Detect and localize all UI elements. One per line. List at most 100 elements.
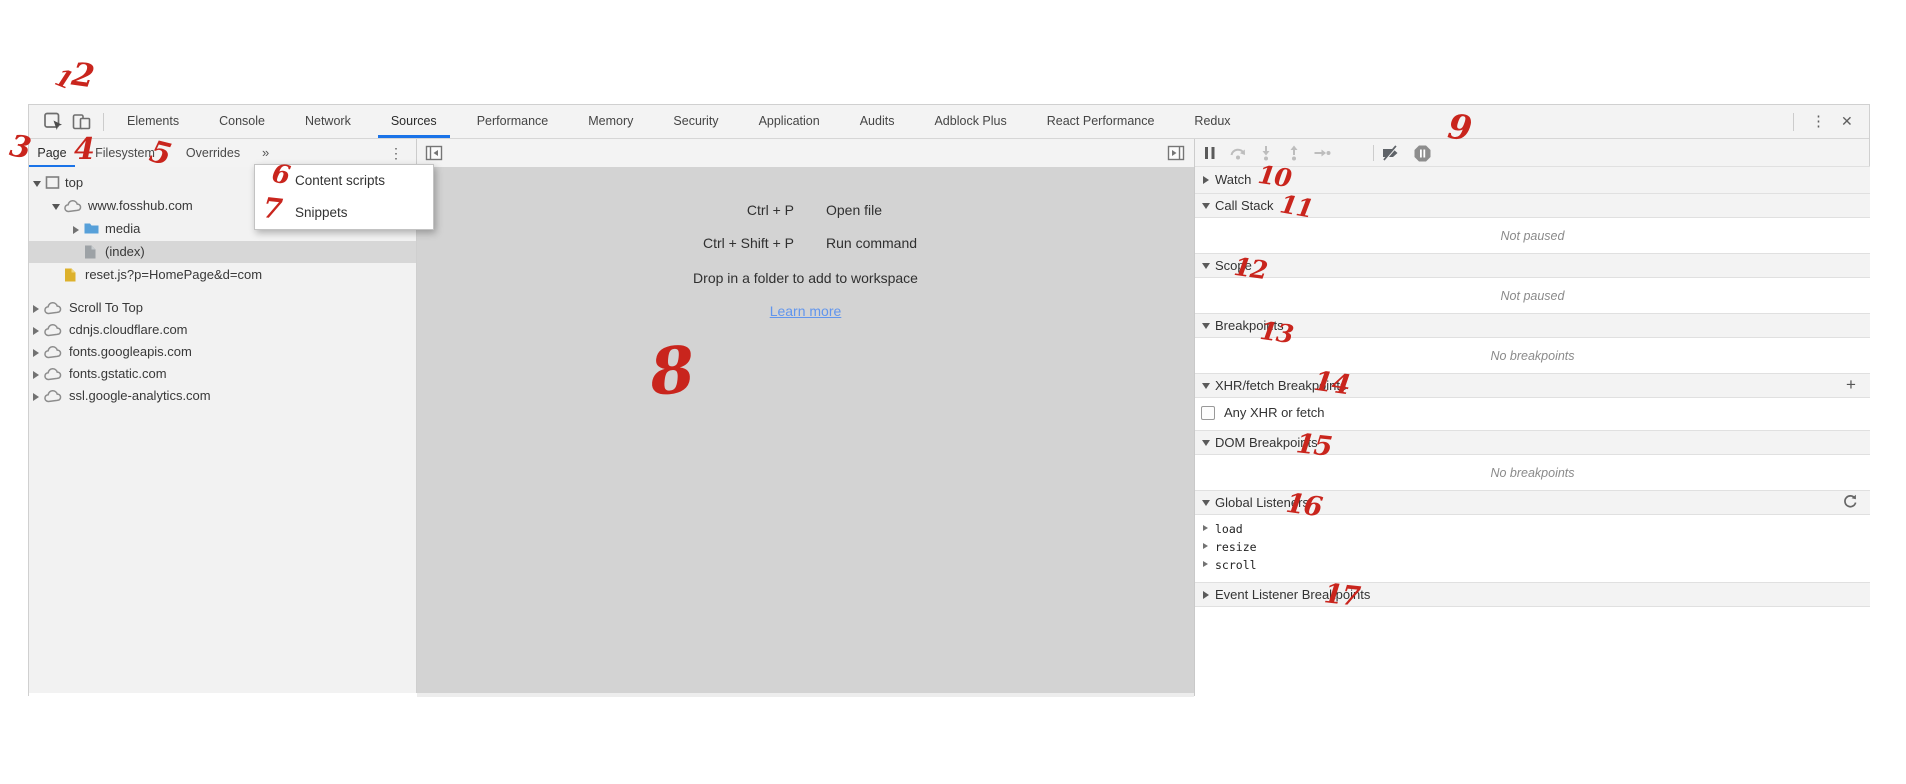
tab-console[interactable]: Console [206,105,278,138]
pane-divider [1194,139,1195,167]
tab-sources[interactable]: Sources [378,105,450,138]
tree-row-selected-file[interactable]: (index) [29,241,416,263]
add-xhr-breakpoint-icon[interactable]: + [1842,376,1860,394]
shortcut-action: Open file [826,202,882,218]
dom-breakpoints-body: No breakpoints [1195,455,1870,491]
tree-row-domain[interactable]: cdnjs.cloudflare.com [29,319,416,341]
tab-elements[interactable]: Elements [114,105,192,138]
section-call-stack[interactable]: Call Stack [1195,193,1870,218]
step-icon[interactable] [1313,144,1331,162]
tab-adblock-plus[interactable]: Adblock Plus [921,105,1019,138]
tab-audits[interactable]: Audits [847,105,908,138]
inspect-element-icon[interactable] [43,111,64,132]
tab-memory[interactable]: Memory [575,105,646,138]
navigator-pane: top www.fosshub.com media (index) [29,167,417,693]
shortcut-action: Run command [826,235,917,251]
tree-expand-arrow[interactable] [52,204,60,210]
annotation-2: 2 [69,55,95,96]
status-text: No breakpoints [1195,349,1870,363]
listener-row[interactable]: load [1195,520,1870,538]
tree-row-label: reset.js?p=HomePage&d=com [85,264,262,286]
close-icon[interactable]: ✕ [1841,105,1853,138]
tree-expand-arrow[interactable] [33,327,39,335]
section-arrow-icon[interactable] [1203,176,1209,184]
listener-row[interactable]: scroll [1195,556,1870,574]
tab-overrides[interactable]: Overrides [175,139,251,167]
learn-more-link[interactable]: Learn more [770,303,842,319]
tree-expand-arrow[interactable] [33,393,39,401]
section-arrow-icon[interactable] [1202,383,1210,389]
xhr-breakpoints-body: Any XHR or fetch [1195,398,1870,431]
status-text: No breakpoints [1195,466,1870,480]
global-listeners-body: load resize scroll [1195,515,1870,577]
tree-row-label: ssl.google-analytics.com [69,385,211,407]
learn-more-row: Learn more [417,303,1194,319]
tree-row-label: www.fosshub.com [88,195,193,217]
pause-script-icon[interactable] [1201,144,1219,162]
tab-filesystem[interactable]: Filesystem [85,139,165,167]
tree-row-label: cdnjs.cloudflare.com [69,319,188,341]
tab-performance[interactable]: Performance [464,105,562,138]
hide-debugger-icon[interactable] [1167,144,1185,162]
section-breakpoints[interactable]: Breakpoints [1195,313,1870,338]
tab-security[interactable]: Security [660,105,731,138]
tree-expand-arrow[interactable] [33,181,41,187]
listener-expand-arrow[interactable] [1203,525,1208,531]
scope-body: Not paused [1195,278,1870,314]
tree-row-domain[interactable]: fonts.gstatic.com [29,363,416,385]
workspace-drop-hint: Drop in a folder to add to workspace [417,270,1194,286]
tree-expand-arrow[interactable] [33,305,39,313]
section-arrow-icon[interactable] [1202,263,1210,269]
step-out-icon[interactable] [1285,144,1303,162]
tree-row-domain[interactable]: Scroll To Top [29,297,416,319]
section-arrow-icon[interactable] [1202,500,1210,506]
section-event-listener-breakpoints[interactable]: Event Listener Breakpoints [1195,582,1870,607]
deactivate-breakpoints-icon[interactable] [1381,144,1399,162]
tab-react-performance[interactable]: React Performance [1034,105,1168,138]
listener-expand-arrow[interactable] [1203,543,1208,549]
tree-row-script[interactable]: reset.js?p=HomePage&d=com [29,264,416,286]
hide-navigator-icon[interactable] [425,144,443,162]
section-dom-breakpoints[interactable]: DOM Breakpoints [1195,430,1870,455]
refresh-listeners-icon[interactable] [1842,493,1860,511]
toolbar-divider [103,113,104,131]
tab-redux[interactable]: Redux [1181,105,1243,138]
devtools-menu-icon[interactable]: ⋮ [1811,105,1826,138]
shortcut-row: Ctrl + Shift + P Run command [417,235,1194,251]
tab-network[interactable]: Network [292,105,364,138]
listener-expand-arrow[interactable] [1203,561,1208,567]
tree-expand-arrow[interactable] [33,371,39,379]
menu-item-content-scripts[interactable]: Content scripts [255,165,433,197]
tree-row-label: Scroll To Top [69,297,143,319]
section-watch[interactable]: Watch [1195,166,1870,194]
section-global-listeners[interactable]: Global Listeners [1195,490,1870,515]
tree-expand-arrow[interactable] [73,226,79,234]
pause-on-exceptions-icon[interactable] [1413,144,1431,162]
section-arrow-icon[interactable] [1202,323,1210,329]
device-toolbar-icon[interactable] [71,111,92,132]
section-arrow-icon[interactable] [1202,440,1210,446]
section-label: Breakpoints [1215,314,1284,337]
shortcut-keys: Ctrl + P [747,202,794,218]
navigator-menu-icon[interactable]: ⋮ [389,139,403,167]
section-arrow-icon[interactable] [1203,591,1209,599]
tree-row-label: fonts.googleapis.com [69,341,192,363]
more-tabs-icon[interactable]: » [262,139,269,167]
menu-item-snippets[interactable]: Snippets [255,197,433,229]
tree-row-domain[interactable]: fonts.googleapis.com [29,341,416,363]
tree-expand-arrow[interactable] [33,349,39,357]
folder-blue-icon [83,221,100,243]
section-arrow-icon[interactable] [1202,203,1210,209]
tab-application[interactable]: Application [746,105,833,138]
more-tabs-dropdown-menu: Content scripts Snippets [254,164,434,230]
any-xhr-checkbox[interactable] [1201,406,1215,420]
listener-row[interactable]: resize [1195,538,1870,556]
section-scope[interactable]: Scope [1195,253,1870,278]
section-label: Watch [1215,167,1251,193]
section-label: DOM Breakpoints [1215,431,1318,454]
tab-page[interactable]: Page [29,139,75,167]
tree-row-domain[interactable]: ssl.google-analytics.com [29,385,416,407]
section-xhr-breakpoints[interactable]: XHR/fetch Breakpoints + [1195,373,1870,398]
step-into-icon[interactable] [1257,144,1275,162]
step-over-icon[interactable] [1229,144,1247,162]
